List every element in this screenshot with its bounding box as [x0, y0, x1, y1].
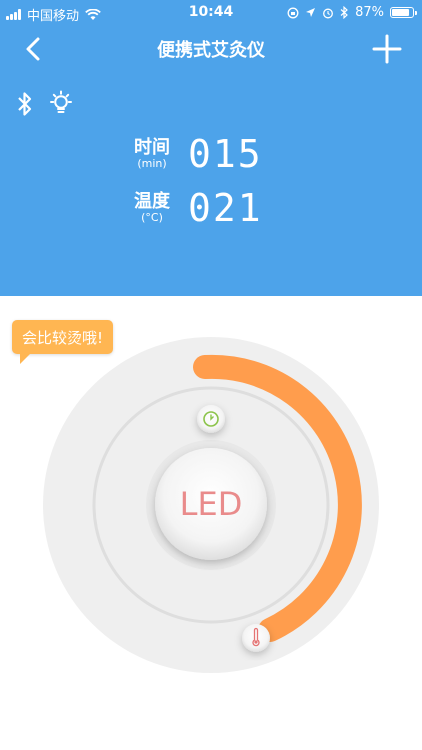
time-label: 时间: [134, 137, 170, 158]
temperature-unit: (°C): [141, 211, 163, 224]
warning-tooltip: 会比较烫哦!: [12, 320, 114, 364]
back-button[interactable]: [18, 32, 52, 66]
temperature-value: 021: [188, 186, 263, 230]
add-button[interactable]: [370, 32, 404, 66]
battery-percent: 87%: [355, 5, 384, 20]
temperature-reading: 温度 (°C) 021: [132, 188, 263, 228]
temperature-label-group: 温度 (°C): [132, 192, 172, 224]
device-icons-row: [16, 90, 74, 118]
led-label[interactable]: LED: [155, 448, 267, 560]
battery-level: [392, 9, 410, 16]
time-unit: (min): [137, 157, 167, 170]
status-right: 87%: [287, 5, 417, 20]
location-icon: [306, 8, 316, 17]
temperature-knob[interactable]: [242, 624, 270, 652]
page-title: 便携式艾灸仪: [157, 40, 265, 61]
rotation-lock-icon: [287, 7, 299, 18]
alarm-icon: [323, 8, 334, 18]
status-bar: 中国移动 10:44 87%: [0, 0, 422, 26]
temperature-label: 温度: [134, 191, 170, 212]
chevron-left-icon: [26, 37, 40, 61]
plus-icon: [372, 34, 402, 64]
time-label-group: 时间 (min): [132, 138, 172, 170]
light-bulb-icon[interactable]: [48, 90, 74, 118]
timer-knob[interactable]: [197, 405, 225, 433]
time-reading: 时间 (min) 015: [132, 134, 263, 174]
bluetooth-status-icon: [340, 6, 348, 19]
bluetooth-icon[interactable]: [16, 90, 34, 118]
time-value: 015: [188, 132, 263, 176]
header-panel: 中国移动 10:44 87% 便携式艾灸仪 时间 (min) 015 温度 (°…: [0, 0, 422, 296]
battery-icon: [390, 7, 417, 18]
nav-bar: 便携式艾灸仪: [0, 26, 422, 70]
